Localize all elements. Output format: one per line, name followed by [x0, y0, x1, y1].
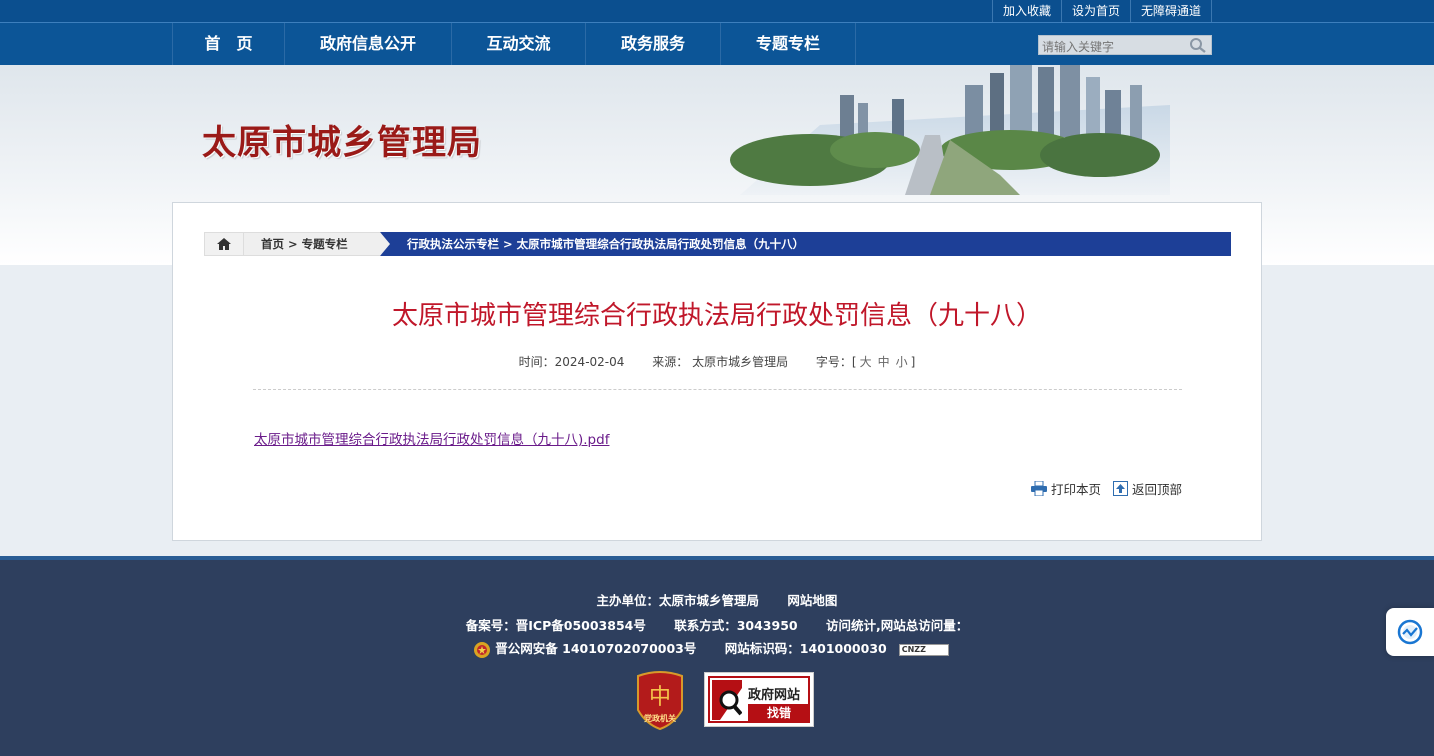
accessibility-link[interactable]: 无障碍通道: [1129, 0, 1212, 22]
print-icon: [1030, 481, 1047, 496]
nav-item-gov-info[interactable]: 政府信息公开: [285, 23, 452, 65]
print-button[interactable]: 打印本页: [1030, 479, 1101, 498]
breadcrumb-section-link[interactable]: 专题专栏: [302, 233, 348, 255]
font-size-large[interactable]: 大: [860, 355, 872, 369]
cnzz-stats-icon[interactable]: CNZZ: [898, 643, 949, 656]
footer-stats: 访问统计,网站总访问量：: [825, 618, 969, 633]
footer-sitemap-link[interactable]: 网站地图: [787, 593, 837, 608]
breadcrumb-home-link[interactable]: 首页: [261, 233, 284, 255]
breadcrumb: 首页 > 专题专栏 行政执法公示专栏 > 太原市城市管理综合行政执法局行政处罚信…: [204, 232, 1231, 256]
nav-item-interaction[interactable]: 互动交流: [452, 23, 586, 65]
footer: 主办单位：太原市城乡管理局 网站地图 备案号：晋ICP备05003854号 联系…: [0, 556, 1434, 756]
footer-site-id: 网站标识码：1401000030 CNZZ: [725, 641, 961, 656]
footer-row-1: 主办单位：太原市城乡管理局 网站地图: [0, 590, 1434, 609]
breadcrumb-home[interactable]: [204, 232, 244, 256]
footer-row-2: 备案号：晋ICP备05003854号 联系方式：3043950 访问统计,网站总…: [0, 615, 1434, 634]
attachment-link[interactable]: 太原市城市管理综合行政执法局行政处罚信息（九十八).pdf: [254, 428, 609, 448]
add-favorite-link[interactable]: 加入收藏: [991, 0, 1061, 22]
gov-badge-action: 找错: [748, 704, 810, 722]
back-to-top-label: 返回顶部: [1131, 482, 1182, 497]
magnifier-icon: [712, 680, 742, 720]
font-size-small[interactable]: 小: [896, 355, 908, 369]
city-skyline-image: [730, 65, 1170, 195]
breadcrumb-sep: >: [288, 237, 298, 251]
print-label: 打印本页: [1050, 482, 1101, 497]
footer-icp[interactable]: 备案号：晋ICP备05003854号: [466, 618, 646, 633]
font-size-switch: 字号：[大中小]: [815, 355, 916, 369]
gov-site-error-report[interactable]: 政府网站 找错: [704, 672, 814, 727]
back-to-top-button[interactable]: 返回顶部: [1112, 479, 1182, 498]
article-tools: 打印本页 返回顶部: [1019, 479, 1182, 498]
footer-police[interactable]: 晋公网安备 14010702070003号: [473, 641, 700, 658]
nav-item-home[interactable]: 首 页: [173, 23, 285, 65]
content-panel: 首页 > 专题专栏 行政执法公示专栏 > 太原市城市管理综合行政执法局行政处罚信…: [172, 202, 1262, 541]
nav-item-topics[interactable]: 专题专栏: [721, 23, 856, 65]
breadcrumb-blue: 行政执法公示专栏 > 太原市城市管理综合行政执法局行政处罚信息（九十八）: [376, 232, 804, 256]
footer-contact: 联系方式：3043950: [674, 618, 798, 633]
accessibility-assist-icon: [1397, 619, 1423, 645]
search-box: [1038, 35, 1212, 56]
set-homepage-link[interactable]: 设为首页: [1060, 0, 1130, 22]
font-size-medium[interactable]: 中: [878, 355, 890, 369]
article-meta: 时间：2024-02-04 来源： 太原市城乡管理局 字号：[大中小]: [173, 353, 1261, 370]
gov-badge-title: 政府网站: [748, 688, 801, 703]
article-source: 来源： 太原市城乡管理局: [652, 355, 789, 369]
article-time: 时间：2024-02-04: [518, 355, 625, 369]
breadcrumb-column-link[interactable]: 行政执法公示专栏: [407, 233, 499, 255]
footer-host: 主办单位：太原市城乡管理局: [596, 593, 760, 608]
svg-text:中: 中: [649, 685, 671, 710]
breadcrumb-sep: >: [503, 237, 513, 251]
footer-row-3: 晋公网安备 14010702070003号 网站标识码：1401000030 CN…: [0, 638, 1434, 659]
top-links: 加入收藏 设为首页 无障碍通道: [991, 0, 1212, 22]
police-badge-icon: [474, 641, 491, 658]
article-title: 太原市城市管理综合行政执法局行政处罚信息（九十八）: [391, 301, 1042, 331]
top-bar: 加入收藏 设为首页 无障碍通道: [0, 0, 1434, 22]
party-gov-badge[interactable]: 中 党政机关: [634, 670, 686, 731]
main-nav: 首 页 政府信息公开 互动交流 政务服务 专题专栏: [0, 22, 1434, 65]
breadcrumb-current: 太原市城市管理综合行政执法局行政处罚信息（九十八）: [516, 237, 805, 251]
search-icon[interactable]: [1189, 37, 1207, 53]
meta-divider: [253, 389, 1182, 390]
floating-assist-button[interactable]: [1386, 608, 1434, 656]
breadcrumb-grey: 首页 > 专题专栏: [244, 232, 380, 256]
search-input[interactable]: [1039, 38, 1187, 56]
home-icon[interactable]: [217, 238, 231, 250]
nav-item-services[interactable]: 政务服务: [586, 23, 721, 65]
arrow-up-icon: [1112, 481, 1128, 496]
site-title: 太原市城乡管理局: [202, 123, 482, 163]
